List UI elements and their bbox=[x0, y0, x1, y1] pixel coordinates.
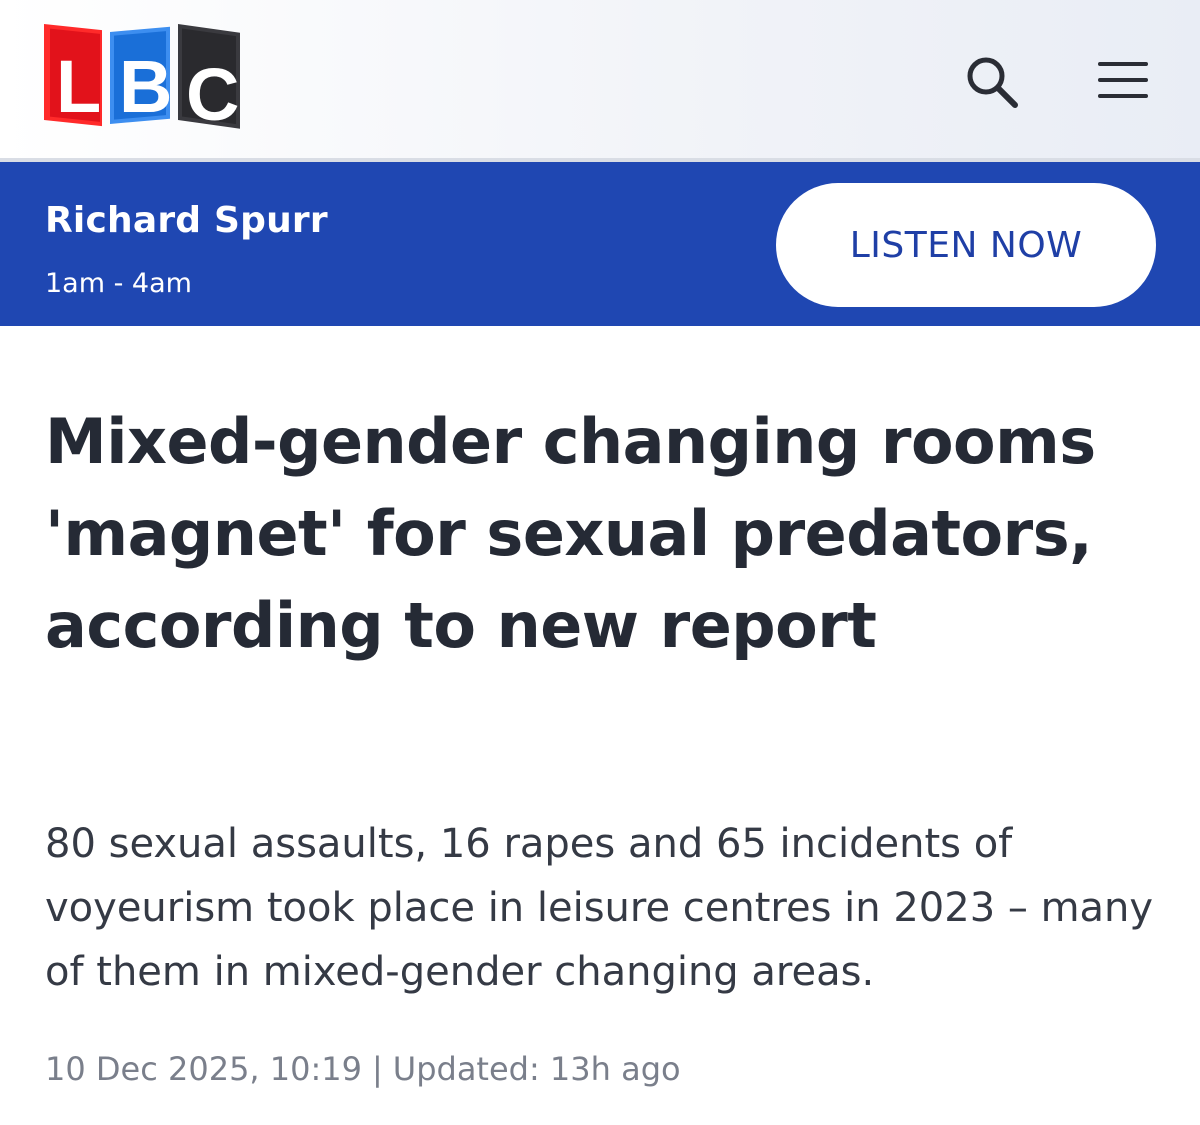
logo-letter-l: L bbox=[56, 45, 101, 128]
meta-separator: | bbox=[371, 1050, 383, 1088]
show-name: Richard Spurr bbox=[45, 200, 328, 241]
logo-letter-c: C bbox=[186, 53, 239, 136]
article-standfirst: 80 sexual assaults, 16 rapes and 65 inci… bbox=[45, 821, 1154, 995]
search-icon[interactable] bbox=[962, 52, 1022, 112]
hamburger-menu-icon[interactable] bbox=[1096, 58, 1152, 102]
published-date: 10 Dec 2025, 10:19 bbox=[45, 1050, 362, 1088]
article-meta: 10 Dec 2025, 10:19 | Updated: 13h ago bbox=[45, 1050, 681, 1088]
article-headline: Mixed-gender changing rooms 'magnet' for… bbox=[45, 405, 1096, 662]
updated-time: Updated: 13h ago bbox=[392, 1050, 681, 1088]
logo-letter-b: B bbox=[119, 45, 172, 128]
site-header: L B C bbox=[0, 0, 1200, 162]
lbc-logo[interactable]: L B C bbox=[44, 24, 244, 136]
listen-now-button[interactable]: LISTEN NOW bbox=[776, 183, 1156, 307]
show-time: 1am - 4am bbox=[45, 268, 192, 299]
